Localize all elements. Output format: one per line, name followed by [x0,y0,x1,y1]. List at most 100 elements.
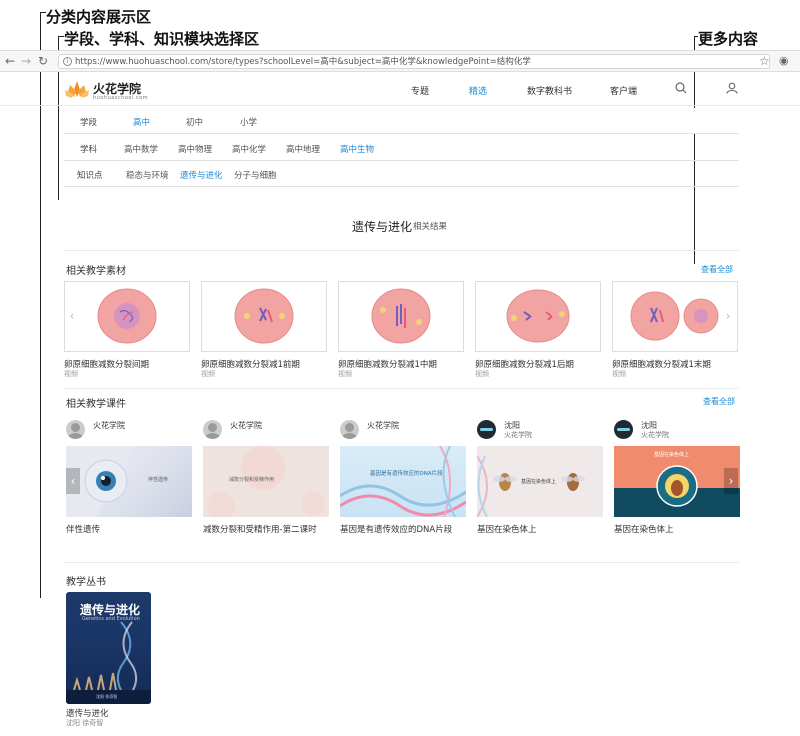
back-icon[interactable]: ← [5,54,15,68]
material-title-5[interactable]: 卵原细胞减数分裂减1末期 [612,358,711,370]
dna-illustration [340,446,466,517]
material-card-4[interactable] [475,281,601,352]
courseware-title-3[interactable]: 基因是有遗传效应的DNA片段 [340,523,452,535]
material-type-4: 视频 [475,370,489,378]
material-type-2: 视频 [201,370,215,378]
courseware-slide-5[interactable]: 基因在染色体上 [614,446,740,517]
courseware-slide-1[interactable]: 伴性遗传 [66,446,192,517]
slide-text-1: 伴性遗传 [148,477,169,483]
annotation-tick-category [40,12,46,13]
material-title-4[interactable]: 卵原细胞减数分裂减1后期 [475,358,574,370]
nav-topics[interactable]: 专题 [411,84,429,97]
filter-knowledge-genetics[interactable]: 遗传与进化 [180,169,223,181]
slide-text-2: 减数分裂和受精作用 [229,477,275,483]
author-org-4: 火花学院 [504,431,532,439]
material-type-1: 视频 [64,370,78,378]
annotation-filter-area: 学段、学科、知识模块选择区 [64,30,260,48]
filter-subject-math[interactable]: 高中数学 [124,143,158,155]
result-title: 遗传与进化 [352,220,413,234]
search-icon[interactable] [675,82,687,94]
annotation-tick-filter [58,36,64,37]
reload-icon[interactable]: ↻ [38,54,48,68]
material-title-3[interactable]: 卵原细胞减数分裂减1中期 [338,358,437,370]
materials-prev-arrow[interactable]: ‹ [66,306,78,326]
filter-knowledge-underline [64,186,739,187]
material-card-1[interactable] [64,281,190,352]
avatar[interactable] [614,420,633,439]
courseware-title-5[interactable]: 基因在染色体上 [614,523,674,535]
annotation-tick-more [694,36,698,37]
avatar[interactable] [66,420,85,439]
courseware-divider [64,562,739,563]
courseware-slide-2[interactable]: 减数分裂和受精作用 [203,446,329,517]
avatar[interactable] [340,420,359,439]
filter-subject-geography[interactable]: 高中地理 [286,143,320,155]
cell-illustration-4 [506,289,570,343]
material-card-5[interactable] [612,281,738,352]
annotation-category-area: 分类内容展示区 [46,8,152,26]
materials-section-title: 相关教学素材 [66,266,126,277]
avatar[interactable] [477,420,496,439]
user-icon[interactable] [726,82,738,94]
materials-next-arrow[interactable]: › [722,306,734,326]
filter-level-middle[interactable]: 初中 [186,116,203,128]
material-card-3[interactable] [338,281,464,352]
address-bar[interactable]: i https://www.huohuaschool.com/store/typ… [58,54,770,69]
filter-subject-biology[interactable]: 高中生物 [340,143,374,155]
slide-text-3: 基因是有遗传效应的DNA片段 [370,471,443,477]
logo-subtext: huohuaschool.com [93,95,149,101]
courseware-see-all-link[interactable]: 查看全部 [703,396,735,407]
materials-divider [64,388,739,389]
slide-text-4: 基因在染色体上 [521,479,557,485]
filter-level-primary[interactable]: 小学 [240,116,257,128]
courseware-title-1[interactable]: 伴性遗传 [66,523,100,535]
browser-toolbar: ← → ↻ i https://www.huohuaschool.com/sto… [0,50,800,72]
annotation-more-content: 更多内容 [698,30,759,48]
material-title-2[interactable]: 卵原细胞减数分裂减1前期 [201,358,300,370]
url-text: https://www.huohuaschool.com/store/types… [75,57,531,67]
filter-knowledge-homeostasis[interactable]: 稳态与环境 [126,169,169,181]
courseware-slide-4[interactable]: 基因在染色体上 [477,446,603,517]
courseware-title-2[interactable]: 减数分裂和受精作用-第二课时 [203,523,317,535]
materials-see-all-link[interactable]: 查看全部 [701,264,733,275]
courseware-slide-3[interactable]: 基因是有遗传效应的DNA片段 [340,446,466,517]
author-name-3[interactable]: 火花学院 [367,420,399,431]
author-name-2[interactable]: 火花学院 [230,420,262,431]
material-type-5: 视频 [612,370,626,378]
book-cover-author: 沈阳 徐奇智 [96,694,118,699]
slide-text-5: 基因在染色体上 [654,452,690,458]
courseware-section-title: 相关教学课件 [66,399,126,410]
forward-icon[interactable]: → [21,54,31,68]
courseware-title-4[interactable]: 基因在染色体上 [477,523,537,535]
material-card-2[interactable] [201,281,327,352]
avatar[interactable] [203,420,222,439]
filter-label-level: 学段 [80,118,98,128]
info-icon[interactable]: i [63,57,72,66]
filter-subject-chemistry[interactable]: 高中化学 [232,143,266,155]
filter-subject-underline [64,160,739,161]
filter-label-knowledge: 知识点 [77,171,103,181]
courseware-prev-arrow[interactable]: ‹ [66,468,80,494]
cell-illustration-3 [371,288,431,344]
filter-knowledge-cells[interactable]: 分子与细胞 [234,169,277,181]
logo-icon[interactable] [64,79,90,99]
eye-illustration [66,446,136,517]
account-icon[interactable]: ◉ [779,54,789,68]
author-name-1[interactable]: 火花学院 [93,420,125,431]
cell-illustration-2 [234,288,294,344]
filter-level-high[interactable]: 高中 [133,116,150,128]
book-author: 沈阳 徐奇智 [66,719,104,727]
cell-illustration-5 [630,291,719,341]
author-org-5: 火花学院 [641,431,669,439]
nav-client[interactable]: 客户端 [610,84,637,97]
book-cover-subtitle: Genetics and Evolution [82,616,140,622]
nav-digital-textbook[interactable]: 数字教科书 [527,84,572,97]
filter-subject-physics[interactable]: 高中物理 [178,143,212,155]
filter-label-subject: 学科 [80,145,98,155]
result-subtitle: 相关结果 [413,222,448,232]
books-section-title: 教学丛书 [66,577,106,588]
nav-featured[interactable]: 精选 [469,84,487,97]
courseware-next-arrow[interactable]: › [724,468,738,494]
star-icon[interactable]: ☆ [759,54,770,68]
book-cover[interactable]: 遗传与进化 Genetics and Evolution 沈阳 徐奇智 [66,592,151,704]
